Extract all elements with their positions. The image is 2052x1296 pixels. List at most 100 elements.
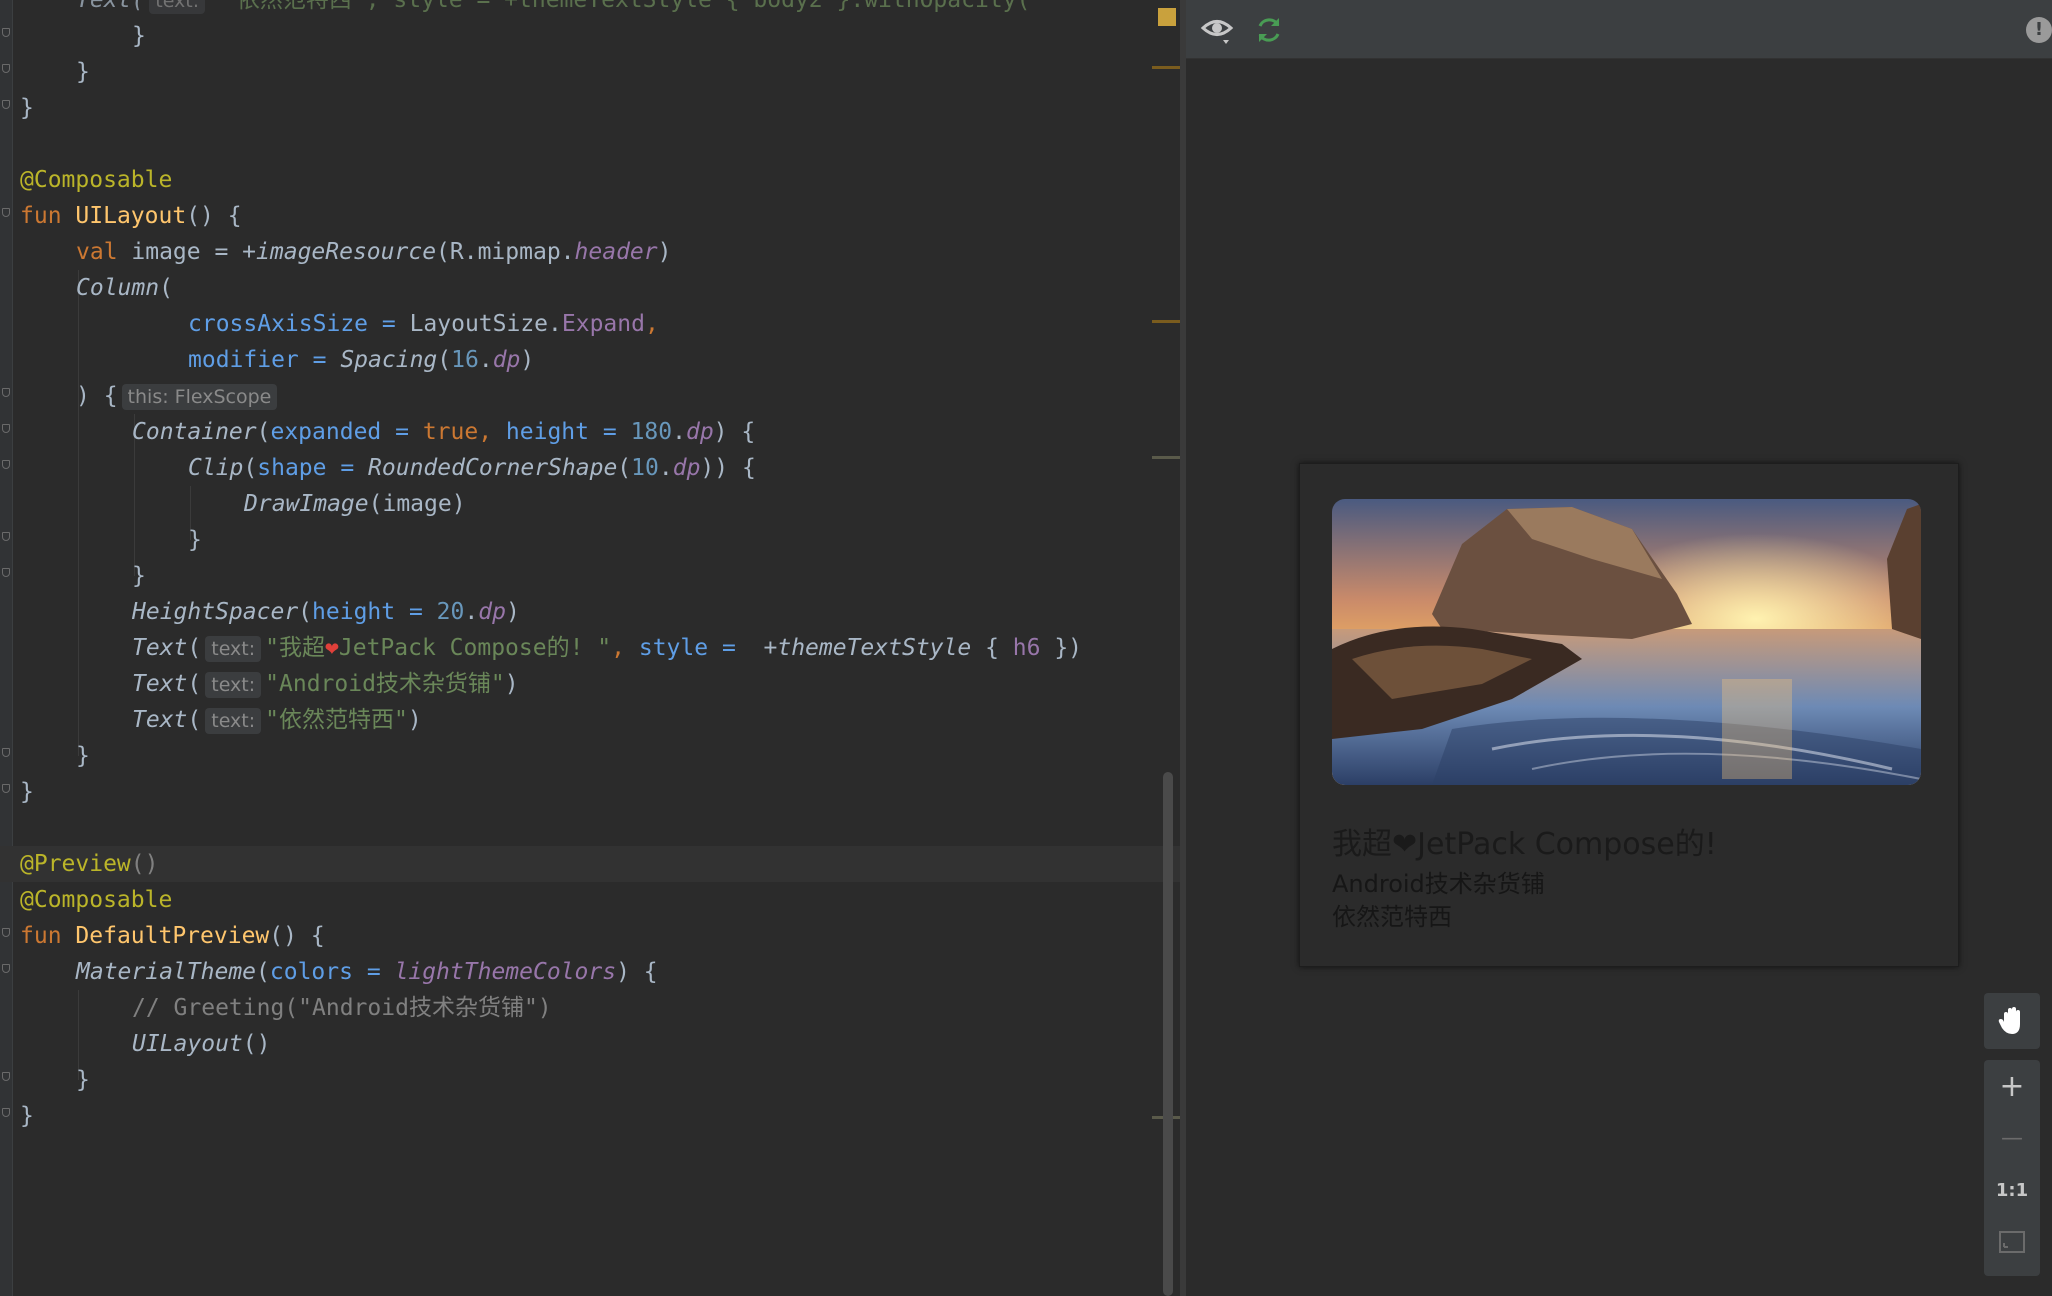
- fold-marker[interactable]: [2, 1108, 10, 1117]
- fold-marker[interactable]: [2, 1072, 10, 1081]
- code-token: (): [242, 1031, 271, 1057]
- preview-title-text: 我超❤JetPack Compose的!: [1332, 827, 1717, 862]
- stripe-mark[interactable]: [1152, 320, 1180, 323]
- code-token: modifier: [188, 347, 299, 373]
- vertical-scrollbar[interactable]: [1163, 772, 1173, 1296]
- code-line[interactable]: Column(: [76, 270, 173, 306]
- code-token: "依然范特西": [265, 707, 408, 733]
- code-line[interactable]: Container(expanded = true, height = 180.…: [132, 414, 755, 450]
- stripe-mark[interactable]: [1152, 456, 1180, 459]
- code-token: Spacing: [340, 347, 438, 373]
- fold-marker[interactable]: [2, 532, 10, 541]
- fold-marker[interactable]: [2, 964, 10, 973]
- stripe-mark[interactable]: [1152, 66, 1180, 69]
- fold-marker[interactable]: [2, 748, 10, 757]
- param-hint: text:: [205, 636, 262, 662]
- code-line[interactable]: fun DefaultPreview() {: [20, 918, 325, 954]
- fold-marker[interactable]: [2, 28, 10, 37]
- code-token: =: [298, 347, 341, 373]
- fold-marker[interactable]: [2, 928, 10, 937]
- code-line[interactable]: }: [20, 1098, 34, 1134]
- error-stripe[interactable]: [1148, 0, 1180, 1296]
- preview-subtitle-text: Android技术杂货铺: [1332, 870, 1545, 898]
- code-line[interactable]: }: [132, 18, 146, 54]
- code-line[interactable]: DrawImage(image): [244, 486, 466, 522]
- code-token: (: [159, 275, 173, 301]
- code-line[interactable]: val image = +imageResource(R.mipmap.head…: [76, 234, 671, 270]
- code-token: Column: [76, 275, 160, 301]
- code-line-current[interactable]: @Preview(): [0, 846, 1180, 882]
- code-token: LayoutSize.: [409, 311, 562, 337]
- code-line[interactable]: Text(text: "我超❤JetPack Compose的! ", style…: [132, 630, 1082, 666]
- code-line[interactable]: }: [76, 738, 90, 774]
- code-line[interactable]: }: [76, 1062, 90, 1098]
- heart-icon: ❤: [325, 635, 339, 661]
- fold-marker[interactable]: [2, 784, 10, 793]
- eye-icon[interactable]: [1200, 13, 1234, 47]
- code-token: (: [437, 347, 452, 373]
- code-token: height: [505, 419, 590, 445]
- code-editor[interactable]: Text(text: "依然范特西", style = +themeTextSt…: [0, 0, 1180, 1296]
- fold-marker[interactable]: [2, 64, 10, 73]
- fold-marker[interactable]: [2, 388, 10, 397]
- code-line[interactable]: }: [20, 774, 34, 810]
- warning-indicator[interactable]: [1158, 8, 1176, 26]
- code-line[interactable]: }: [76, 54, 90, 90]
- code-line[interactable]: }: [132, 558, 146, 594]
- code-line[interactable]: UILayout(): [132, 1026, 270, 1062]
- code-line[interactable]: }: [20, 90, 34, 126]
- code-token: ): [504, 671, 519, 697]
- code-token: Clip: [188, 455, 244, 481]
- code-token: =: [589, 419, 631, 445]
- refresh-icon[interactable]: [1252, 13, 1286, 47]
- zoom-in-button[interactable]: +: [1984, 1060, 2040, 1112]
- code-token: @Preview: [20, 851, 131, 877]
- code-line[interactable]: HeightSpacer(height = 20.dp): [132, 594, 520, 630]
- fold-marker[interactable]: [2, 568, 10, 577]
- code-token: ): [520, 347, 535, 373]
- code-line[interactable]: Text(text: "依然范特西"): [132, 702, 422, 738]
- code-line[interactable]: ) {this: FlexScope: [76, 378, 281, 414]
- code-token: MaterialTheme: [76, 959, 257, 985]
- fold-marker[interactable]: [2, 460, 10, 469]
- code-line[interactable]: fun UILayout() {: [20, 198, 242, 234]
- code-line[interactable]: Text(text: "依然范特西", style = +themeTextSt…: [76, 0, 1030, 18]
- param-hint: text:: [149, 0, 206, 14]
- code-token: 10: [631, 455, 659, 481]
- preview-image: [1332, 499, 1921, 785]
- zoom-out-button[interactable]: —: [1984, 1112, 2040, 1164]
- code-line[interactable]: @Composable: [20, 162, 172, 198]
- code-token: }: [76, 1067, 90, 1093]
- code-line[interactable]: Text(text: "Android技术杂货铺"): [132, 666, 519, 702]
- preview-toolbar: !: [1186, 0, 2052, 59]
- code-token: UILayout: [75, 203, 187, 229]
- actual-size-button[interactable]: 1:1: [1984, 1164, 2040, 1216]
- code-token: }: [20, 779, 34, 805]
- code-token: =: [708, 635, 750, 661]
- code-token: dp: [492, 347, 521, 373]
- code-token: "Android技术杂货铺": [265, 671, 505, 697]
- code-line[interactable]: @Composable: [20, 882, 172, 918]
- fold-marker[interactable]: [2, 208, 10, 217]
- code-line[interactable]: // Greeting("Android技术杂货铺"): [132, 990, 552, 1026]
- code-line[interactable]: }: [188, 522, 202, 558]
- code-line[interactable]: crossAxisSize = LayoutSize.Expand,: [188, 306, 659, 342]
- fold-marker[interactable]: [2, 100, 10, 109]
- code-token: 180: [630, 419, 673, 445]
- info-icon[interactable]: !: [2026, 17, 2052, 43]
- code-line[interactable]: Clip(shape = RoundedCornerShape(10.dp)) …: [188, 450, 756, 486]
- fit-screen-icon[interactable]: [1984, 1216, 2040, 1268]
- param-hint: text:: [205, 708, 262, 734]
- code-comment: // Greeting("Android技术杂货铺"): [132, 995, 552, 1021]
- code-token: crossAxisSize: [188, 311, 369, 337]
- code-token: image = +: [117, 239, 257, 265]
- code-line[interactable]: modifier = Spacing(16.dp): [188, 342, 534, 378]
- code-token: ) {: [616, 959, 658, 985]
- code-token: Container: [132, 419, 257, 445]
- code-token: JetPack Compose的! ": [338, 635, 612, 661]
- code-token: (): [130, 851, 159, 877]
- fold-marker[interactable]: [2, 424, 10, 433]
- editor-gutter: [0, 0, 13, 1296]
- code-line[interactable]: MaterialTheme(colors = lightThemeColors)…: [76, 954, 658, 990]
- hand-icon[interactable]: [1984, 993, 2040, 1049]
